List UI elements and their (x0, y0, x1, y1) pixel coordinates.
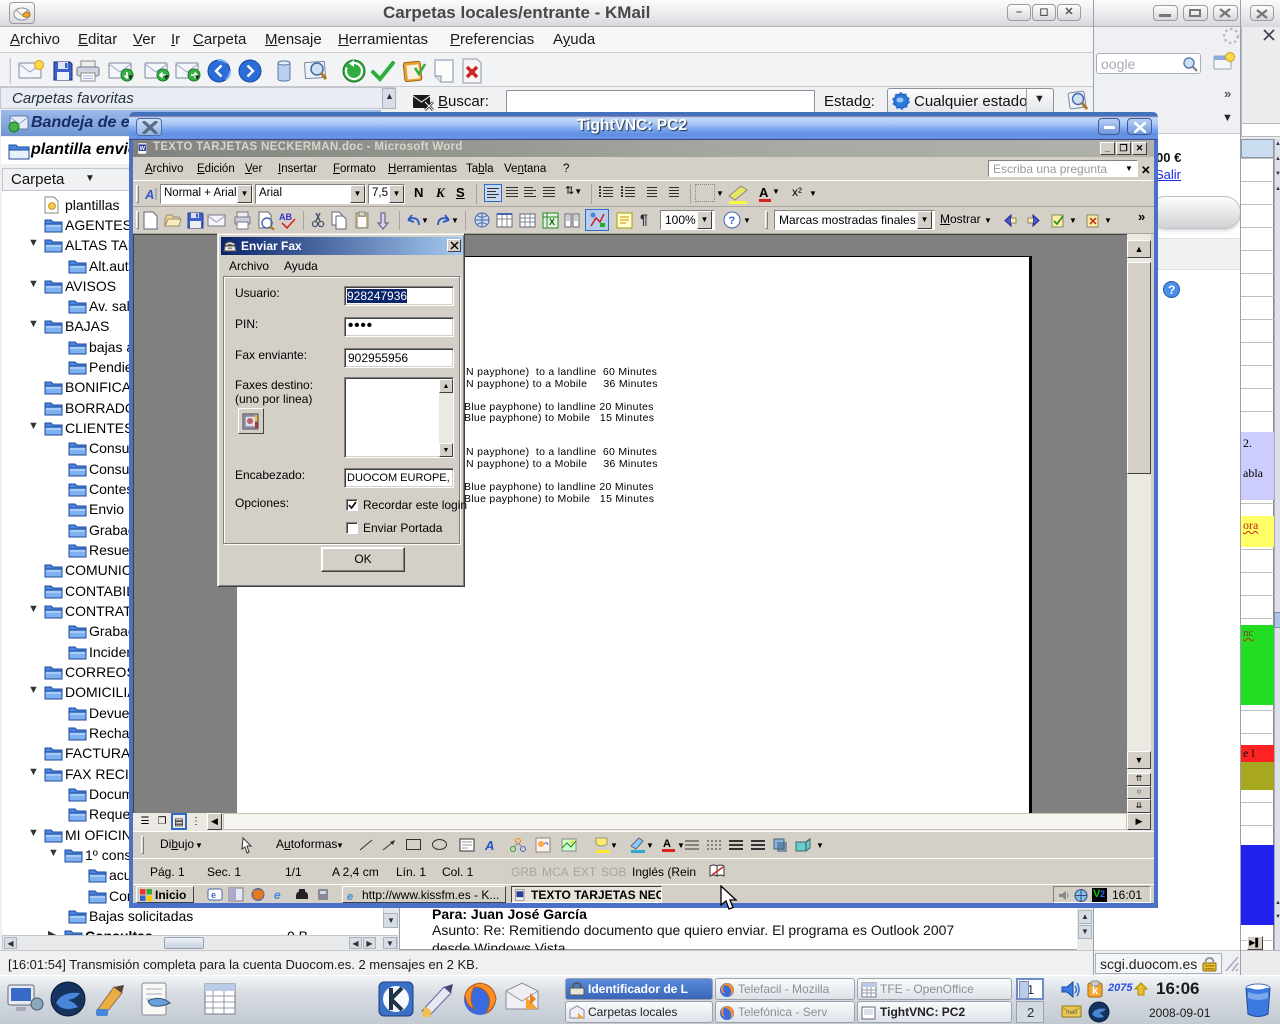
svg-text:k: k (1092, 985, 1099, 997)
svg-text:AB: AB (279, 212, 292, 222)
svg-text:A: A (663, 838, 671, 850)
svg-text:▼: ▼ (610, 841, 617, 850)
svg-text:W: W (140, 146, 146, 152)
svg-text:X: X (549, 217, 555, 227)
svg-text:e: e (347, 891, 353, 902)
svg-text:A: A (759, 185, 769, 200)
svg-text:?: ? (729, 215, 736, 227)
svg-text:mail: mail (1066, 1010, 1077, 1016)
svg-text:e: e (274, 888, 281, 902)
svg-text:e: e (211, 890, 216, 900)
svg-text:?: ? (1168, 283, 1175, 297)
svg-text:▼: ▼ (772, 187, 780, 196)
svg-text:A: A (144, 187, 154, 202)
svg-text:A: A (484, 838, 494, 853)
svg-text:▼: ▼ (646, 841, 653, 850)
